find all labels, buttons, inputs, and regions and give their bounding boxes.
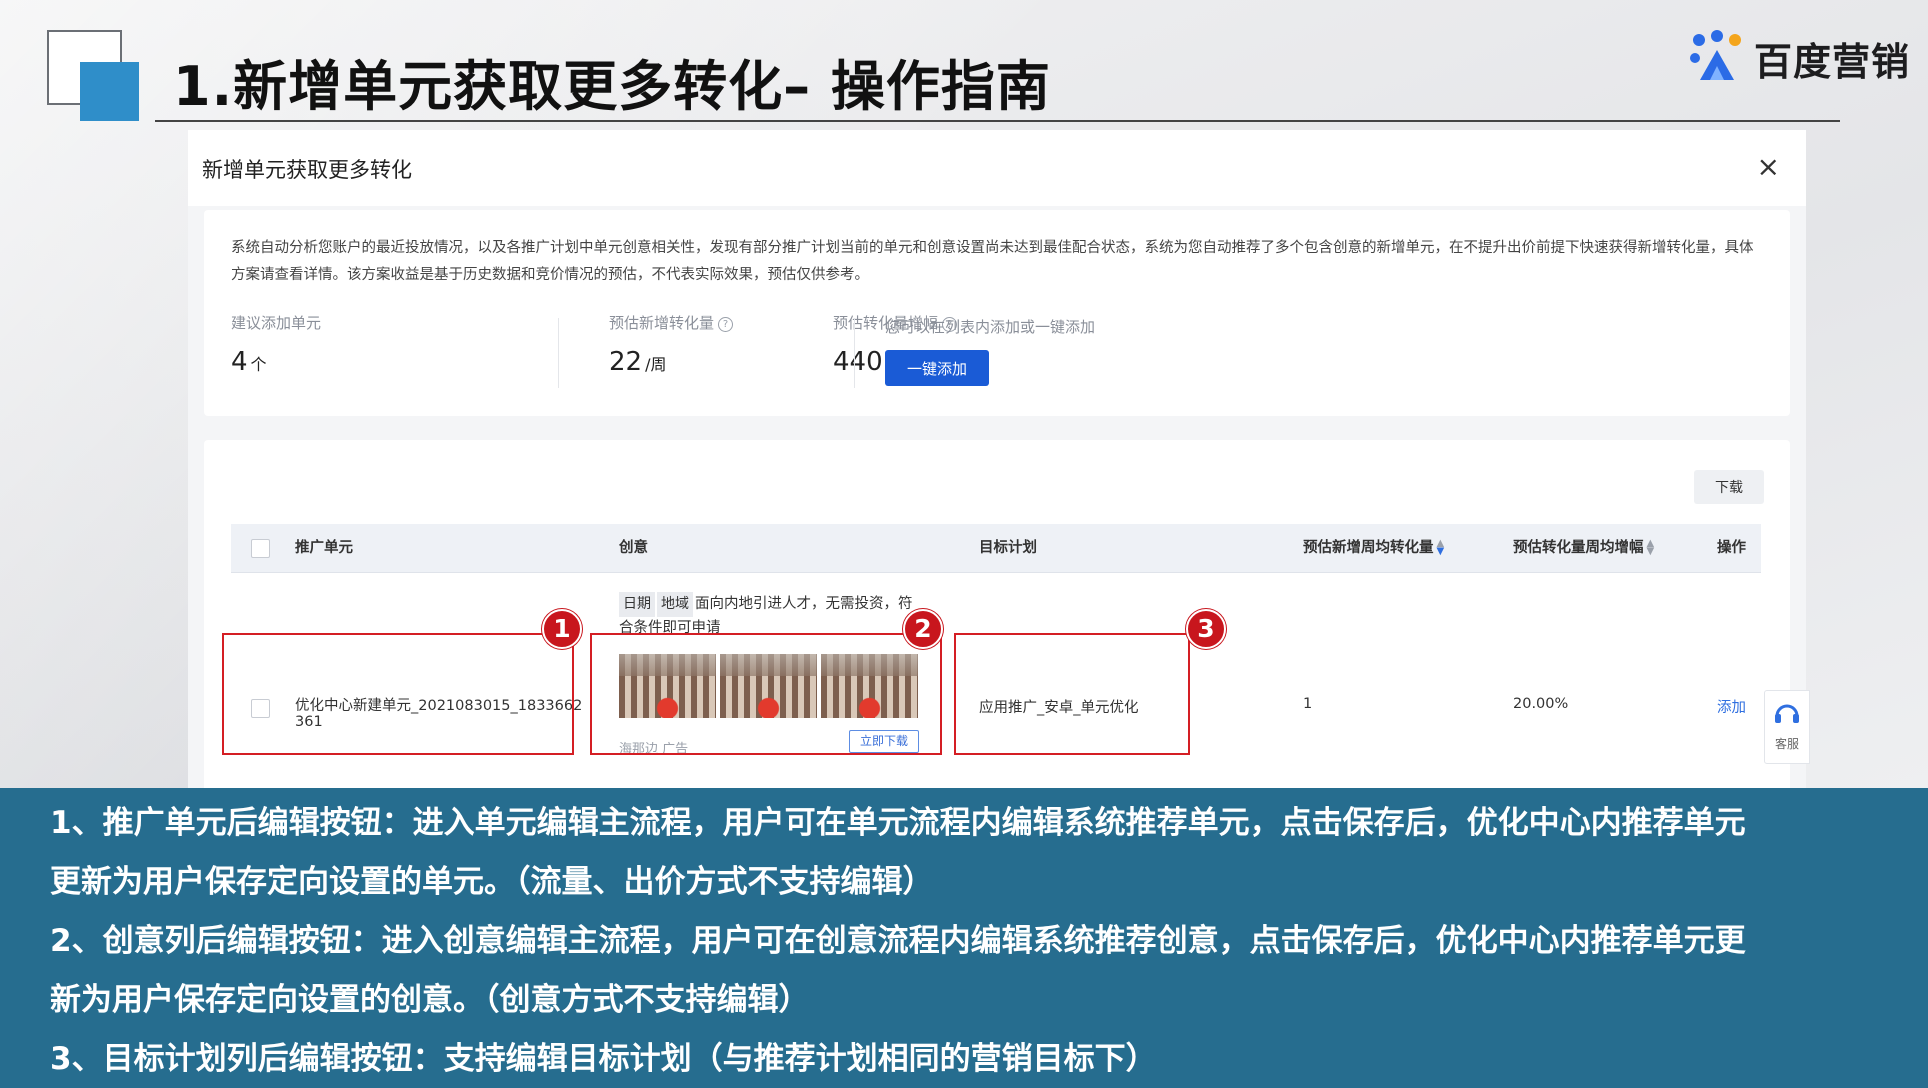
- metric-divider: [558, 318, 559, 388]
- sort-icon[interactable]: ▲ ▼: [1647, 539, 1655, 557]
- creative-tag: 地域: [657, 592, 693, 617]
- add-link[interactable]: 添加: [1717, 696, 1746, 717]
- col-creative: 创意: [619, 540, 648, 556]
- annotation-badge-1: 1: [542, 609, 582, 649]
- creative-tag: 日期: [619, 592, 655, 617]
- col-conv[interactable]: 预估新增周均转化量 ▲ ▼: [1303, 524, 1444, 572]
- instruction-notes: 1、推广单元后编辑按钮：进入单元编辑主流程，用户可在单元流程内编辑系统推荐单元，…: [0, 788, 1928, 1088]
- annotation-box-unit: [222, 633, 574, 755]
- add-all-button[interactable]: 一键添加: [885, 350, 989, 386]
- annotation-badge-3: 3: [1186, 609, 1226, 649]
- note-line: 1、推广单元后编辑按钮：进入单元编辑主流程，用户可在单元流程内编辑系统推荐单元，…: [50, 805, 1746, 841]
- service-label: 客服: [1774, 737, 1799, 751]
- metric-label: 建议添加单元: [231, 314, 322, 332]
- metric-est-conversions: 预估新增转化量? 22/周: [609, 312, 734, 377]
- col-op: 操作: [1717, 540, 1746, 556]
- summary-card: 系统自动分析您账户的最近投放情况，以及各推广计划中单元创意相关性，发现有部分推广…: [204, 210, 1790, 416]
- metric-divider: [854, 318, 855, 388]
- dialog-header: 新增单元获取更多转化 ×: [188, 130, 1806, 206]
- download-button[interactable]: 下载: [1694, 470, 1764, 504]
- col-growth[interactable]: 预估转化量周均增幅 ▲ ▼: [1513, 524, 1654, 572]
- col-unit: 推广单元: [295, 540, 353, 556]
- dialog-title: 新增单元获取更多转化: [202, 158, 412, 182]
- help-icon[interactable]: ?: [718, 317, 734, 332]
- logo-text: 百度营销: [1754, 39, 1911, 84]
- add-hint-text: 您可以在列表内添加或一键添加: [885, 318, 1096, 336]
- note-line: 2、创意列后编辑按钮：进入创意编辑主流程，用户可在创意流程内编辑系统推荐创意，点…: [50, 923, 1746, 959]
- metric-label: 预估新增转化量?: [609, 312, 734, 333]
- note-line: 更新为用户保存定向设置的单元。（流量、出价方式不支持编辑）: [50, 864, 934, 900]
- table-header: 推广单元 创意 目标计划 预估新增周均转化量 ▲ ▼ 预估转化量周均增幅 ▲ ▼ 操作: [231, 524, 1761, 573]
- title-underline: [155, 120, 1840, 122]
- est-conversions: 1: [1303, 696, 1313, 712]
- select-all-checkbox[interactable]: [251, 539, 270, 558]
- decorative-square-solid: [80, 62, 139, 121]
- annotation-badge-2: 2: [903, 609, 943, 649]
- annotation-box-plan: [954, 633, 1190, 755]
- col-plan: 目标计划: [979, 540, 1037, 556]
- sort-icon[interactable]: ▲ ▼: [1437, 539, 1445, 557]
- metric-suggested-units: 建议添加单元 4个: [231, 312, 321, 377]
- est-growth: 20.00%: [1513, 696, 1569, 712]
- baidu-marketing-logo: 百度营销: [1688, 30, 1910, 86]
- note-line: 新为用户保存定向设置的创意。（创意方式不支持编辑）: [50, 982, 810, 1018]
- summary-description: 系统自动分析您账户的最近投放情况，以及各推广计划中单元创意相关性，发现有部分推广…: [231, 240, 1754, 283]
- annotation-box-creative: [590, 633, 942, 755]
- baidu-paw-icon: [1690, 30, 1741, 80]
- headset-icon: [1775, 704, 1799, 723]
- slide-title: 1.新增单元获取更多转化– 操作指南: [173, 55, 1051, 118]
- metric-value: 4个: [231, 347, 267, 377]
- note-line: 3、目标计划列后编辑按钮：支持编辑目标计划（与推荐计划相同的营销目标下）: [50, 1041, 1157, 1077]
- metric-value: 22/周: [609, 347, 667, 377]
- customer-service-widget[interactable]: 客服: [1764, 690, 1810, 764]
- close-icon[interactable]: ×: [1757, 150, 1780, 183]
